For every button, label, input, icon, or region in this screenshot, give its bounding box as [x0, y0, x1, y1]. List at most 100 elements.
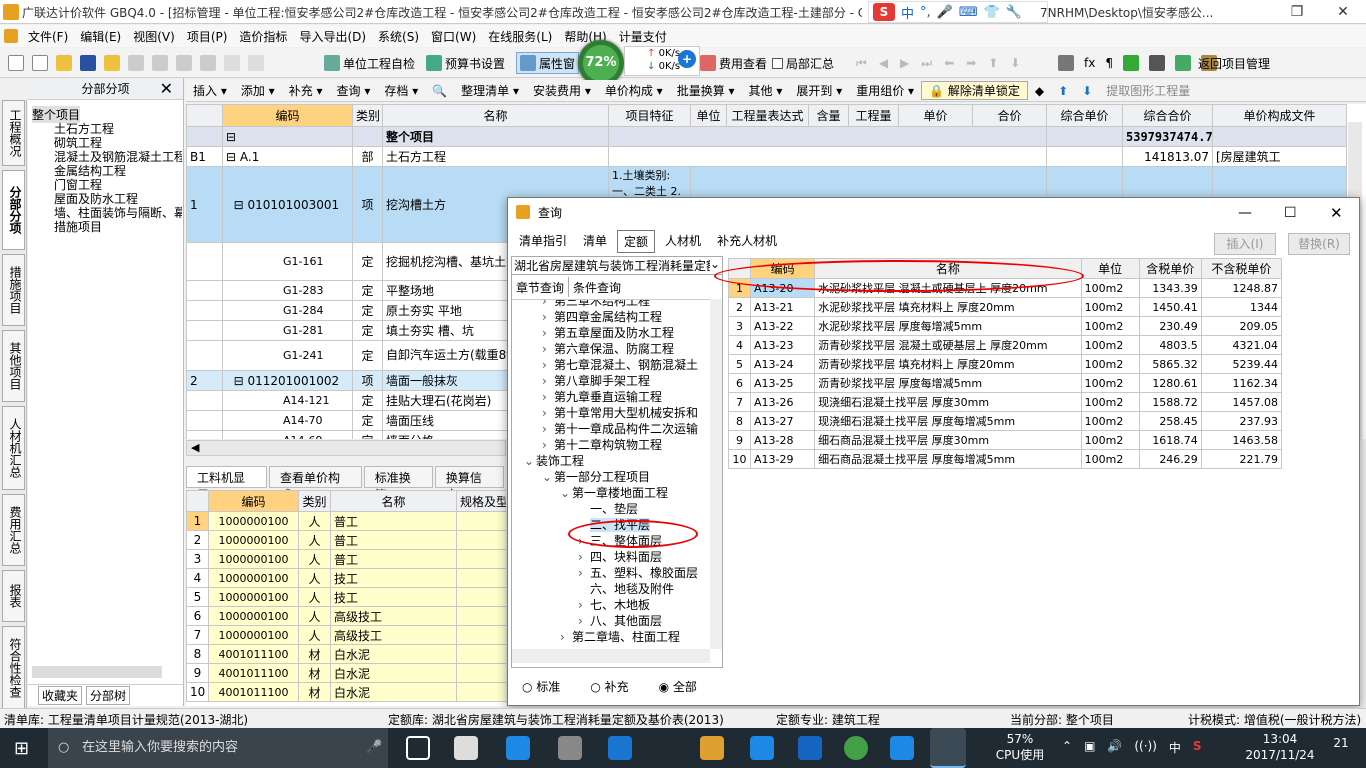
- sogou-tray-icon[interactable]: S: [1193, 739, 1202, 756]
- wrench-icon[interactable]: 🔧: [1006, 5, 1022, 20]
- chapter-tree-item[interactable]: › 八、其他面层: [578, 612, 662, 629]
- down-icon[interactable]: ⬇: [1075, 84, 1099, 98]
- col-total[interactable]: 综合合价: [1122, 104, 1213, 127]
- table-row[interactable]: 1 1000000100 人普工: [186, 511, 506, 531]
- table-row[interactable]: 9 A13-28 细石商品混凝土找平层 厚度30mm 100m2 1618.74 1463…: [727, 430, 1283, 450]
- last-icon[interactable]: ⏭: [921, 56, 932, 71]
- up-icon[interactable]: ⬆: [1051, 84, 1075, 98]
- app-menu-icon[interactable]: [4, 29, 18, 43]
- menu-import-export[interactable]: 导入导出(D): [293, 28, 372, 45]
- col-spec[interactable]: 规格及型号: [456, 490, 506, 512]
- table-row[interactable]: 3 A13-22 水泥砂浆找平层 厚度每增减5mm 100m2 230.49 209.05: [727, 316, 1283, 336]
- col-name[interactable]: 名称: [382, 104, 609, 127]
- ime-toolbar[interactable]: S 中 °, 🎤 ⌨ 👕 🔧: [868, 1, 1048, 23]
- chevron-right-icon[interactable]: ›: [542, 374, 554, 388]
- col-unit-total[interactable]: 综合单价: [1046, 104, 1123, 127]
- move-right-icon[interactable]: ➡: [966, 56, 976, 70]
- col-name[interactable]: 名称: [330, 490, 457, 512]
- menu-file[interactable]: 文件(F): [22, 28, 74, 45]
- chapter-tree-item[interactable]: ⌄ 第一部分工程项目: [542, 468, 650, 485]
- tab-convert-info[interactable]: 换算信息: [434, 466, 504, 502]
- cost-view-button[interactable]: 费用查看: [700, 52, 767, 74]
- col-price[interactable]: 单价: [898, 104, 973, 127]
- book-icon[interactable]: [1122, 55, 1139, 71]
- calculator-icon[interactable]: [1058, 55, 1074, 71]
- chevron-right-icon[interactable]: ›: [542, 422, 554, 436]
- chevron-down-icon[interactable]: ⌄: [542, 470, 554, 484]
- col-code[interactable]: 编码: [222, 104, 353, 127]
- tab-material-display[interactable]: 工料机显示: [186, 466, 267, 502]
- check-button[interactable]: 单位工程自检: [324, 52, 415, 74]
- install-fee-menu[interactable]: 安装费用 ▾: [526, 82, 598, 99]
- explorer-icon[interactable]: [700, 736, 724, 760]
- taskbar-search[interactable]: ○ 在这里输入你要搜索的内容 🎤: [48, 728, 388, 768]
- table-row[interactable]: 6 A13-25 沥青砂浆找平层 厚度每增减5mm 100m2 1280.61 1162.…: [727, 373, 1283, 393]
- tab-compliance[interactable]: 符合性检查: [2, 626, 25, 710]
- chevron-right-icon[interactable]: ›: [542, 300, 554, 308]
- tab-quota[interactable]: 定额: [617, 230, 656, 253]
- table-row[interactable]: 3 1000000100 人普工: [186, 549, 506, 569]
- chevron-right-icon[interactable]: ›: [578, 566, 590, 580]
- save-icon[interactable]: [80, 55, 96, 71]
- delete-icon[interactable]: [200, 55, 216, 71]
- col-notax-price[interactable]: 不含税单价: [1200, 258, 1283, 279]
- radio-all[interactable]: ◉ 全部: [659, 678, 697, 695]
- chevron-right-icon[interactable]: ›: [560, 630, 572, 644]
- radio-supplement[interactable]: ○ 补充: [590, 678, 628, 695]
- extract-quantity-button[interactable]: 提取图形工程量: [1099, 82, 1197, 99]
- tab-material[interactable]: 人材机: [659, 230, 707, 253]
- prev-icon[interactable]: ◀: [879, 56, 888, 70]
- chevron-down-icon[interactable]: ⌄: [524, 454, 536, 468]
- volume-icon[interactable]: 🔊: [1107, 739, 1122, 756]
- chapter-tree-item[interactable]: › 第五章屋面及防水工程: [542, 324, 674, 341]
- tab-supplement-material[interactable]: 补充人材机: [711, 230, 783, 253]
- tab-other[interactable]: 其他项目: [2, 330, 25, 402]
- insert-button[interactable]: 插入(I): [1214, 233, 1276, 255]
- col-feature[interactable]: 项目特征: [608, 104, 691, 127]
- query-menu[interactable]: 查询 ▾: [330, 82, 378, 99]
- tab-list-guide[interactable]: 清单指引: [513, 230, 573, 253]
- col-amount[interactable]: 合价: [972, 104, 1047, 127]
- return-project-button[interactable]: 返回项目管理: [1198, 52, 1270, 74]
- tree-item[interactable]: 措施项目: [54, 218, 102, 235]
- insert-menu[interactable]: 插入 ▾: [186, 82, 234, 99]
- menu-system[interactable]: 系统(S): [372, 28, 425, 45]
- chapter-tree-item[interactable]: ⌄ 第一章楼地面工程: [560, 484, 668, 501]
- maximize-button[interactable]: ☐: [1284, 198, 1297, 228]
- chapter-tree-item[interactable]: › 第四章金属结构工程: [542, 308, 662, 325]
- edge-icon[interactable]: [608, 736, 632, 760]
- redo-icon[interactable]: [248, 55, 264, 71]
- move-down-icon[interactable]: ⬇: [1010, 56, 1020, 70]
- ie-icon[interactable]: [506, 736, 530, 760]
- col-unit[interactable]: 单位: [1080, 258, 1140, 279]
- tree-v-scrollbar[interactable]: [710, 299, 722, 649]
- chevron-right-icon[interactable]: ›: [578, 614, 590, 628]
- chapter-tree-item[interactable]: › 第八章脚手架工程: [542, 372, 650, 389]
- chevron-up-icon[interactable]: ⌃: [1062, 739, 1072, 756]
- menu-project[interactable]: 项目(P): [181, 28, 234, 45]
- open-folder-icon[interactable]: [56, 55, 72, 71]
- table-row[interactable]: 5 A13-24 沥青砂浆找平层 填充材料上 厚度20mm 100m2 5865.32 5…: [727, 354, 1283, 374]
- chapter-tree-item[interactable]: ⌄ 装饰工程: [524, 452, 584, 469]
- task-view-icon[interactable]: [406, 736, 430, 760]
- col-unit[interactable]: 单位: [690, 104, 727, 127]
- table-row[interactable]: 2 1000000100 人普工: [186, 530, 506, 550]
- new-file-icon[interactable]: [32, 55, 48, 71]
- tab-division[interactable]: 分部分项: [2, 170, 25, 250]
- col-content[interactable]: 含量: [808, 104, 849, 127]
- browser360-icon[interactable]: [844, 736, 868, 760]
- table-row[interactable]: 8 A13-27 现浇细石混凝土找平层 厚度每增减5mm 100m2 258.45 237…: [727, 411, 1283, 431]
- table-row[interactable]: 7 A13-26 现浇细石混凝土找平层 厚度30mm 100m2 1588.72 1457…: [727, 392, 1283, 412]
- close-button[interactable]: ✕: [1320, 0, 1366, 24]
- tab-favorites[interactable]: 收藏夹: [38, 686, 83, 705]
- accelerate-icon[interactable]: +: [678, 50, 696, 68]
- minimize-button[interactable]: —: [1238, 198, 1252, 228]
- clock[interactable]: 13:04 2017/11/24: [1240, 731, 1320, 763]
- menu-measure-pay[interactable]: 计量支付: [613, 28, 673, 45]
- browser-icon[interactable]: [558, 736, 582, 760]
- punct-icon[interactable]: °,: [920, 5, 931, 20]
- col-tax-price[interactable]: 含税单价: [1138, 258, 1202, 279]
- partial-sum-checkbox[interactable]: 局部汇总: [772, 52, 834, 74]
- first-icon[interactable]: ⏮: [856, 56, 867, 71]
- paste-icon[interactable]: [176, 55, 192, 71]
